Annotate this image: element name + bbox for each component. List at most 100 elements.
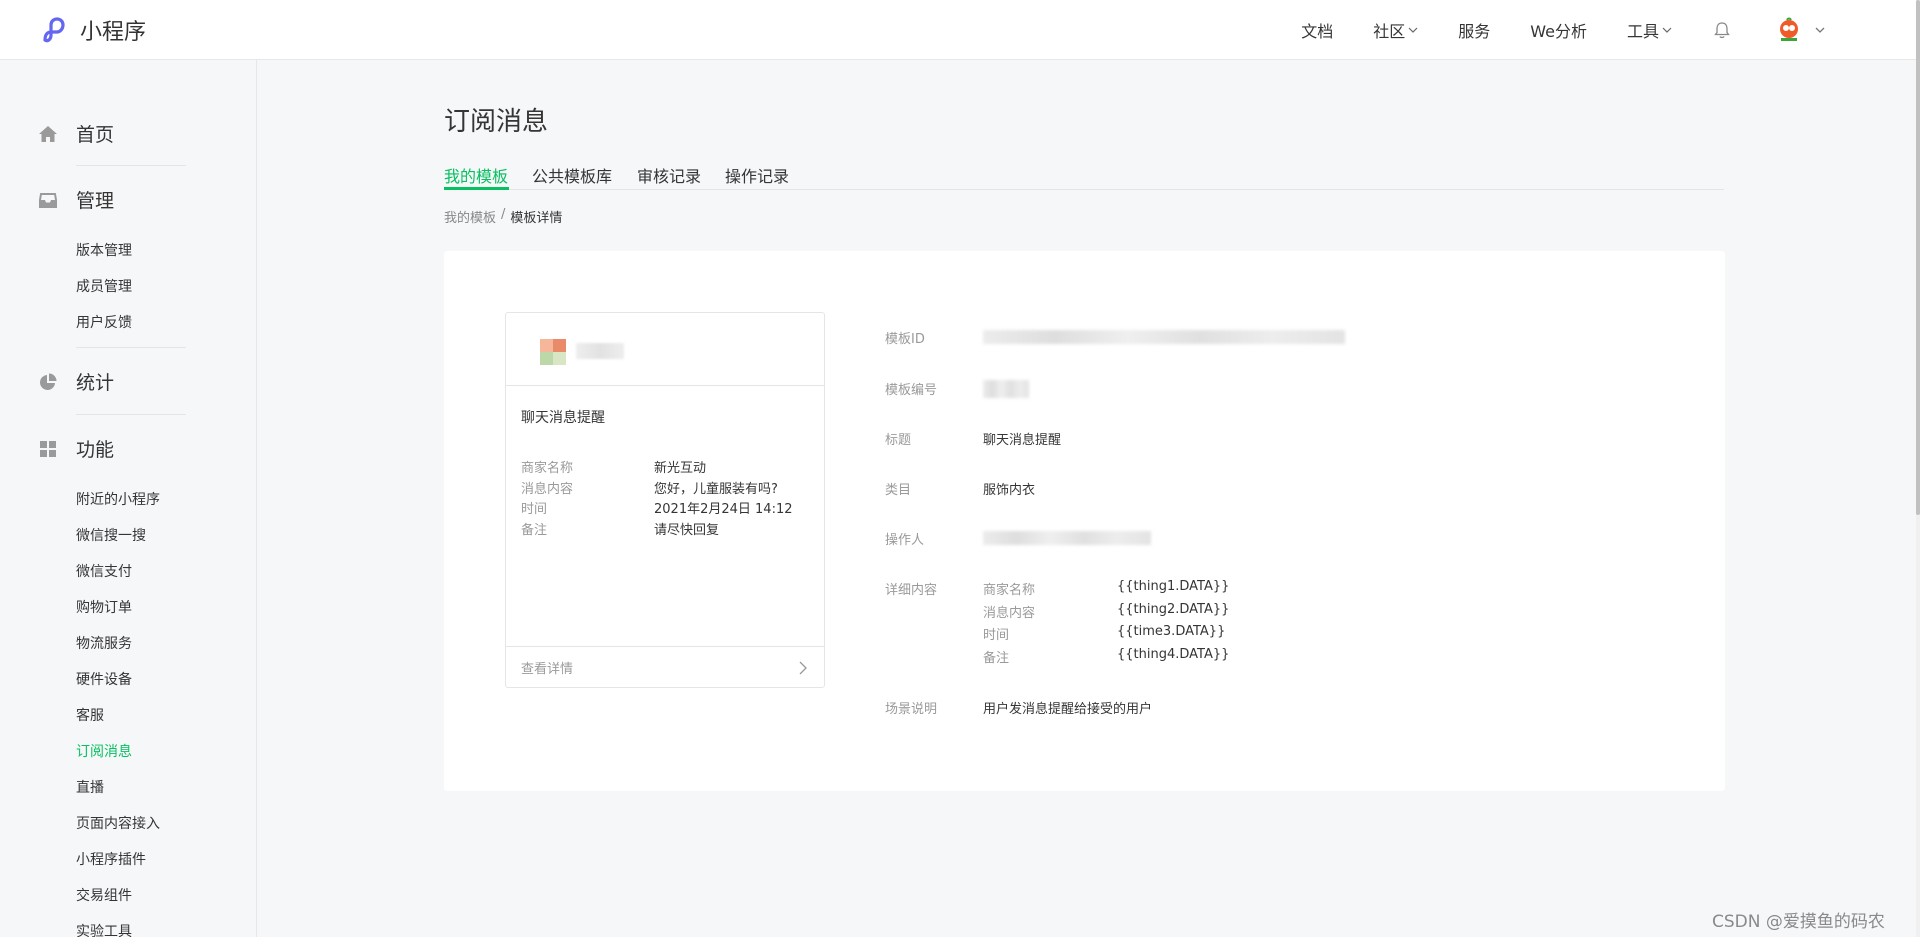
sidebar-item-trade-components[interactable]: 交易组件 <box>76 885 132 905</box>
preview-row: 消息内容 您好，儿童服装有吗? <box>521 478 811 498</box>
page-title: 订阅消息 <box>444 107 549 137</box>
sidebar-divider <box>76 165 186 166</box>
detail-value: 聊天消息提醒 <box>983 433 1062 448</box>
preview-row-value: 2021年2月24日 14:12 <box>654 502 793 517</box>
content-row: 时间 {{time3.DATA}} <box>983 624 1243 644</box>
logo-text: 小程序 <box>80 20 147 45</box>
content-row-value: {{time3.DATA}} <box>1117 624 1226 639</box>
sidebar-divider <box>76 414 186 415</box>
tab-review-records[interactable]: 审核记录 <box>637 163 701 187</box>
breadcrumb-separator: / <box>501 207 506 222</box>
redacted-template-id <box>983 330 1345 344</box>
sidebar-item-label: 功能 <box>76 439 115 461</box>
view-details-link[interactable]: 查看详情 <box>506 646 824 687</box>
view-details-label: 查看详情 <box>521 662 574 677</box>
chevron-down-icon <box>1408 27 1418 33</box>
content-row: 备注 {{thing4.DATA}} <box>983 647 1243 667</box>
tab-public-templates[interactable]: 公共模板库 <box>532 163 612 187</box>
sidebar-item-shopping-orders[interactable]: 购物订单 <box>76 597 132 617</box>
top-navigation-bar: 小程序 文档 社区 服务 We分析 工具 <box>0 0 1916 60</box>
sidebar-item-version-manage[interactable]: 版本管理 <box>76 240 132 260</box>
preview-row: 备注 请尽快回复 <box>521 519 811 539</box>
preview-row-value: 您好，儿童服装有吗? <box>654 482 778 497</box>
tab-operation-records[interactable]: 操作记录 <box>725 163 789 187</box>
sidebar-item-features[interactable]: 功能 <box>38 435 114 462</box>
sidebar-item-page-content[interactable]: 页面内容接入 <box>76 813 160 833</box>
content-row-key: 商家名称 <box>983 583 1036 598</box>
nav-we-analytics[interactable]: We分析 <box>1530 18 1587 42</box>
page-scrollbar-thumb[interactable] <box>1916 0 1920 515</box>
nav-services-label: 服务 <box>1458 22 1491 41</box>
sidebar-item-experiment-tools[interactable]: 实验工具 <box>76 921 132 937</box>
nav-tools-label: 工具 <box>1626 22 1659 41</box>
nav-community[interactable]: 社区 <box>1373 18 1418 42</box>
sidebar-item-home[interactable]: 首页 <box>38 120 114 147</box>
nav-services[interactable]: 服务 <box>1458 18 1490 42</box>
sidebar-divider <box>76 347 186 348</box>
template-detail-panel: 聊天消息提醒 商家名称 新光互动 消息内容 您好，儿童服装有吗? 时间 2021… <box>444 251 1725 791</box>
detail-label: 类目 <box>885 483 912 498</box>
tab-bar: 我的模板 公共模板库 审核记录 操作记录 <box>444 160 1724 190</box>
sidebar-item-nearby[interactable]: 附近的小程序 <box>76 489 160 509</box>
miniprogram-logo[interactable]: 小程序 <box>38 14 146 46</box>
preview-row-value: 新光互动 <box>654 461 707 476</box>
sidebar-item-logistics[interactable]: 物流服务 <box>76 633 132 653</box>
inbox-icon <box>39 192 57 208</box>
detail-label: 操作人 <box>885 533 925 548</box>
sidebar-item-member-manage[interactable]: 成员管理 <box>76 276 132 296</box>
sidebar: 首页 管理 版本管理 成员管理 用户反馈 统计 功能 附近的小程序 微信搜一搜 … <box>0 60 257 937</box>
breadcrumb-parent-link[interactable]: 我的模板 <box>444 207 496 226</box>
sidebar-item-stats[interactable]: 统计 <box>38 368 114 395</box>
sidebar-item-subscribe-message[interactable]: 订阅消息 <box>76 741 132 761</box>
account-avatar[interactable] <box>1776 17 1802 43</box>
sidebar-item-plugins[interactable]: 小程序插件 <box>76 849 146 869</box>
nav-docs[interactable]: 文档 <box>1301 18 1333 42</box>
preview-card-header <box>506 313 824 386</box>
top-nav: 文档 社区 服务 We分析 工具 <box>1261 0 1826 60</box>
active-tab-indicator <box>444 187 509 190</box>
bell-icon[interactable] <box>1712 20 1732 40</box>
breadcrumb: 我的模板 / 模板详情 <box>444 207 562 226</box>
content-row-key: 时间 <box>983 628 1010 643</box>
detail-label: 详细内容 <box>885 583 938 598</box>
preview-row-key: 备注 <box>521 523 548 538</box>
preview-row-key: 消息内容 <box>521 482 574 497</box>
sidebar-item-label: 管理 <box>76 190 115 212</box>
detail-value: 用户发消息提醒给接受的用户 <box>983 702 1153 717</box>
nav-docs-label: 文档 <box>1301 22 1334 41</box>
preview-row-value: 请尽快回复 <box>654 523 720 538</box>
breadcrumb-current: 模板详情 <box>510 211 563 226</box>
miniprogram-avatar <box>540 339 566 365</box>
preview-row-key: 商家名称 <box>521 461 574 476</box>
sidebar-item-customer-service[interactable]: 客服 <box>76 705 104 725</box>
sidebar-item-wechat-search[interactable]: 微信搜一搜 <box>76 525 146 545</box>
template-preview-card: 聊天消息提醒 商家名称 新光互动 消息内容 您好，儿童服装有吗? 时间 2021… <box>505 312 825 688</box>
sidebar-item-label: 首页 <box>76 124 115 146</box>
home-icon <box>39 125 57 142</box>
detail-label: 场景说明 <box>885 702 938 717</box>
content-row-value: {{thing4.DATA}} <box>1117 647 1230 662</box>
pie-chart-icon <box>40 373 57 390</box>
grid-icon <box>40 440 56 457</box>
redacted-template-number <box>983 380 1029 398</box>
csdn-watermark: CSDN @爱摸鱼的码农 <box>1712 912 1885 932</box>
chevron-right-icon <box>799 661 807 675</box>
sidebar-item-wechat-pay[interactable]: 微信支付 <box>76 561 132 581</box>
content-row: 商家名称 {{thing1.DATA}} <box>983 579 1243 599</box>
chevron-down-icon[interactable] <box>1814 24 1826 36</box>
miniprogram-logo-icon <box>43 17 65 43</box>
sidebar-item-live[interactable]: 直播 <box>76 777 104 797</box>
content-row-value: {{thing1.DATA}} <box>1117 579 1230 594</box>
content-row: 消息内容 {{thing2.DATA}} <box>983 602 1243 622</box>
preview-row: 商家名称 新光互动 <box>521 457 811 477</box>
detail-value: 服饰内衣 <box>983 483 1036 498</box>
chevron-down-icon <box>1662 27 1672 33</box>
content-row-value: {{thing2.DATA}} <box>1117 602 1230 617</box>
sidebar-item-user-feedback[interactable]: 用户反馈 <box>76 312 132 332</box>
tab-my-templates[interactable]: 我的模板 <box>444 163 508 187</box>
redacted-app-name <box>576 343 624 359</box>
nav-tools[interactable]: 工具 <box>1627 18 1672 42</box>
sidebar-item-hardware[interactable]: 硬件设备 <box>76 669 132 689</box>
nav-we-analytics-label: We分析 <box>1530 22 1587 41</box>
sidebar-item-manage[interactable]: 管理 <box>38 186 114 213</box>
